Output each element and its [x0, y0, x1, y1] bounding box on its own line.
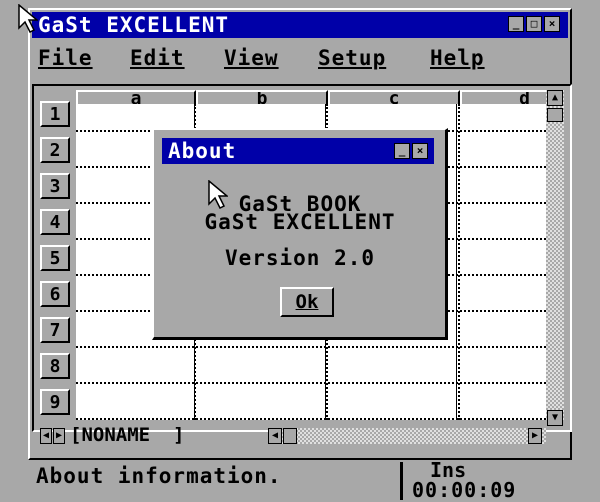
status-divider [400, 462, 403, 500]
row-header-1[interactable]: 1 [40, 101, 70, 127]
about-dialog-title-bar[interactable]: About _ × [162, 138, 434, 164]
row-header-8[interactable]: 8 [40, 353, 70, 379]
row-header-4[interactable]: 4 [40, 209, 70, 235]
version-text: Version 2.0 [224, 246, 376, 270]
tab-left-arrow-icon[interactable]: ◀ [40, 428, 52, 444]
window-title: GaSt EXCELLENT [38, 13, 230, 37]
maximize-button[interactable]: □ [526, 16, 542, 32]
menu-file[interactable]: File [38, 46, 93, 70]
status-message: About information. [36, 464, 282, 488]
mouse-pointer-icon [208, 180, 228, 210]
product-line-2: GaSt EXCELLENT [204, 210, 396, 234]
mouse-pointer-icon [18, 4, 38, 34]
row-header-2[interactable]: 2 [40, 137, 70, 163]
tab-right-arrow-icon[interactable]: ▶ [53, 428, 65, 444]
scroll-thumb[interactable] [547, 108, 563, 122]
row-header-7[interactable]: 7 [40, 317, 70, 343]
about-dialog-title: About [168, 139, 237, 163]
minimize-button[interactable]: _ [508, 16, 524, 32]
hscroll-thumb[interactable] [283, 428, 297, 444]
vertical-scrollbar[interactable] [546, 90, 564, 420]
horizontal-scrollbar[interactable] [268, 428, 546, 444]
scroll-down-arrow-icon[interactable]: ▼ [547, 410, 563, 426]
close-button[interactable]: × [544, 16, 560, 32]
ok-button[interactable]: Ok [280, 287, 334, 317]
title-bar[interactable]: GaSt EXCELLENT _ □ × [32, 12, 568, 38]
menu-help[interactable]: Help [430, 46, 485, 70]
menu-setup[interactable]: Setup [318, 46, 386, 70]
menu-edit[interactable]: Edit [130, 46, 185, 70]
row-header-5[interactable]: 5 [40, 245, 70, 271]
sheet-tab[interactable]: [NONAME ] [70, 424, 184, 446]
row-header-9[interactable]: 9 [40, 389, 70, 415]
row-header-6[interactable]: 6 [40, 281, 70, 307]
row-header-3[interactable]: 3 [40, 173, 70, 199]
menu-view[interactable]: View [224, 46, 279, 70]
menu-bar: File Edit View Setup Help [32, 44, 568, 76]
dialog-minimize-button[interactable]: _ [394, 143, 410, 159]
hscroll-left-arrow-icon[interactable]: ◀ [268, 428, 282, 444]
hscroll-right-arrow-icon[interactable]: ▶ [528, 428, 542, 444]
dialog-close-button[interactable]: × [412, 143, 428, 159]
scroll-up-arrow-icon[interactable]: ▲ [547, 90, 563, 106]
elapsed-time: 00:00:09 [412, 478, 517, 502]
